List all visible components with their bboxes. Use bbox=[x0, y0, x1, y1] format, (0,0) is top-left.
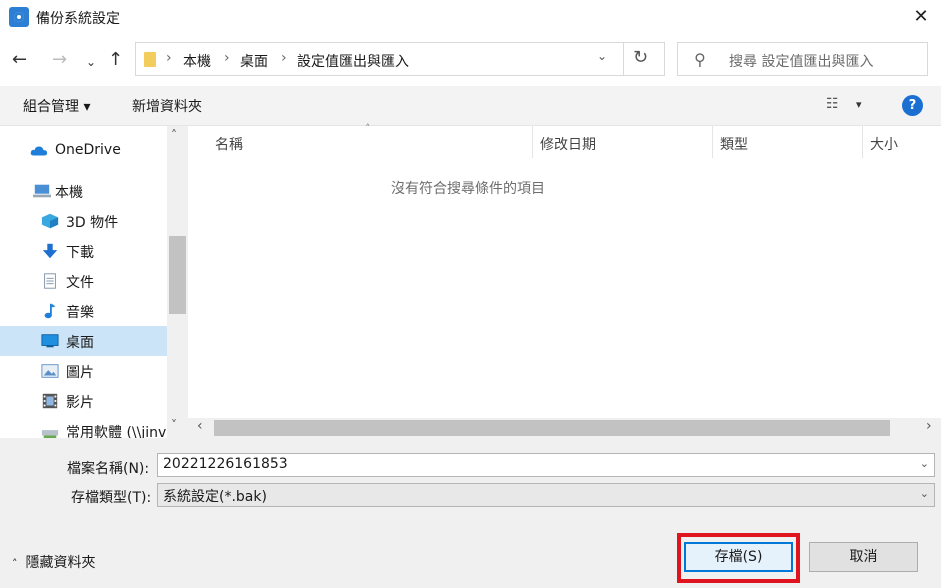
hide-folders-toggle[interactable]: ˄ 隱藏資料夾 bbox=[12, 552, 96, 572]
column-header-name[interactable]: 名稱 bbox=[215, 134, 243, 154]
file-type-dropdown-icon[interactable]: ⌄ bbox=[920, 487, 929, 500]
download-icon bbox=[42, 243, 58, 259]
scroll-left-icon[interactable]: ‹ bbox=[197, 418, 203, 434]
column-header-size[interactable]: 大小 bbox=[870, 134, 898, 154]
scroll-thumb[interactable] bbox=[214, 420, 890, 436]
chevron-up-icon: ˄ bbox=[12, 557, 18, 570]
save-form: 檔案名稱(N): 20221226161853 ⌄ 存檔類型(T): 系統設定(… bbox=[0, 438, 941, 588]
file-type-value: 系統設定(*.bak) bbox=[163, 489, 267, 505]
empty-result-message: 沒有符合搜尋條件的項目 bbox=[391, 181, 545, 197]
file-list-horizontal-scrollbar[interactable]: ‹ › bbox=[188, 418, 941, 438]
breadcrumb-chevron-icon[interactable]: › bbox=[166, 50, 172, 66]
recent-locations-chevron-icon[interactable]: ⌄ bbox=[86, 50, 96, 74]
sidebar-item-label: 下載 bbox=[66, 245, 94, 261]
sidebar-item-label: 常用軟體 (\\jinv bbox=[66, 425, 167, 438]
sidebar-item-onedrive[interactable]: OneDrive bbox=[0, 136, 167, 166]
sidebar-item-network-drive[interactable]: 常用軟體 (\\jinv bbox=[0, 416, 167, 438]
film-icon bbox=[42, 393, 58, 409]
sidebar-item-label: 桌面 bbox=[66, 335, 94, 351]
breadcrumb-chevron-icon[interactable]: › bbox=[281, 50, 287, 66]
sidebar-item-documents[interactable]: 文件 bbox=[0, 266, 167, 296]
sidebar-item-label: 音樂 bbox=[66, 305, 94, 321]
address-divider bbox=[623, 43, 624, 75]
music-icon bbox=[44, 303, 56, 319]
cloud-icon bbox=[30, 146, 48, 156]
sidebar-item-3d-objects[interactable]: 3D 物件 bbox=[0, 206, 167, 236]
search-box[interactable]: ⚲ 搜尋 設定值匯出與匯入 bbox=[677, 42, 928, 76]
command-toolbar: 組合管理 ▾ 新增資料夾 ☷ ▾ ? bbox=[0, 86, 941, 126]
filename-dropdown-icon[interactable]: ⌄ bbox=[920, 457, 929, 470]
address-bar[interactable]: › 本機 › 桌面 › 設定值匯出與匯入 ⌄ ↻ bbox=[135, 42, 665, 76]
title-bar: 備份系統設定 ✕ bbox=[0, 0, 941, 36]
cancel-button[interactable]: 取消 bbox=[809, 542, 918, 572]
hide-folders-label: 隱藏資料夾 bbox=[25, 555, 96, 571]
filename-label: 檔案名稱(N): bbox=[67, 461, 150, 477]
sidebar-item-music[interactable]: 音樂 bbox=[0, 296, 167, 326]
file-type-select[interactable]: 系統設定(*.bak) ⌄ bbox=[157, 483, 935, 507]
sidebar-item-label: 3D 物件 bbox=[66, 215, 119, 231]
breadcrumb-current-folder[interactable]: 設定值匯出與匯入 bbox=[297, 51, 409, 71]
save-button[interactable]: 存檔(S) bbox=[684, 542, 793, 572]
refresh-icon[interactable]: ↻ bbox=[633, 47, 648, 68]
sidebar-item-label: 文件 bbox=[66, 275, 94, 291]
search-placeholder: 搜尋 設定值匯出與匯入 bbox=[729, 54, 874, 70]
sidebar-item-pictures[interactable]: 圖片 bbox=[0, 356, 167, 386]
view-dropdown-icon[interactable]: ▾ bbox=[856, 98, 862, 111]
close-icon[interactable]: ✕ bbox=[909, 4, 933, 30]
file-list: ˄ 名稱 修改日期 類型 大小 沒有符合搜尋條件的項目 ‹ › bbox=[188, 122, 941, 438]
scroll-right-icon[interactable]: › bbox=[926, 418, 932, 434]
computer-icon bbox=[33, 184, 51, 198]
window-title: 備份系統設定 bbox=[36, 11, 120, 27]
sidebar-item-downloads[interactable]: 下載 bbox=[0, 236, 167, 266]
network-drive-icon bbox=[41, 430, 59, 438]
up-arrow-icon[interactable]: ↑ bbox=[108, 48, 123, 72]
back-arrow-icon[interactable]: ← bbox=[12, 48, 27, 72]
new-folder-button[interactable]: 新增資料夾 bbox=[132, 96, 202, 116]
desktop-icon bbox=[41, 334, 59, 348]
scroll-down-icon[interactable]: ˅ bbox=[171, 418, 177, 432]
picture-icon bbox=[41, 364, 59, 378]
address-dropdown-icon[interactable]: ⌄ bbox=[592, 49, 612, 63]
scroll-up-icon[interactable]: ˄ bbox=[171, 128, 177, 142]
column-divider[interactable] bbox=[532, 126, 533, 158]
breadcrumb-this-pc[interactable]: 本機 bbox=[183, 51, 211, 71]
cube-icon bbox=[41, 213, 59, 229]
sidebar-item-desktop[interactable]: 桌面 bbox=[0, 326, 167, 356]
sidebar-item-label: 圖片 bbox=[66, 365, 94, 381]
file-type-label: 存檔類型(T): bbox=[71, 490, 152, 506]
view-options-icon[interactable]: ☷ bbox=[826, 96, 839, 112]
sidebar-item-label: 本機 bbox=[55, 185, 83, 201]
document-icon bbox=[44, 273, 56, 289]
sidebar-item-videos[interactable]: 影片 bbox=[0, 386, 167, 416]
filename-value: 20221226161853 bbox=[163, 456, 288, 472]
folder-icon bbox=[144, 52, 156, 67]
search-icon: ⚲ bbox=[694, 50, 706, 69]
organize-menu-button[interactable]: 組合管理 ▾ bbox=[23, 96, 90, 116]
breadcrumb-desktop[interactable]: 桌面 bbox=[240, 51, 268, 71]
sidebar-item-label: OneDrive bbox=[55, 142, 121, 158]
scroll-thumb[interactable] bbox=[169, 236, 186, 314]
sort-ascending-icon: ˄ bbox=[365, 122, 371, 135]
column-divider[interactable] bbox=[862, 126, 863, 158]
column-header-type[interactable]: 類型 bbox=[720, 134, 748, 154]
breadcrumb-chevron-icon[interactable]: › bbox=[224, 50, 230, 66]
forward-arrow-icon[interactable]: → bbox=[52, 48, 67, 72]
help-icon[interactable]: ? bbox=[902, 95, 923, 116]
sidebar-item-this-pc[interactable]: 本機 bbox=[0, 176, 167, 206]
app-icon bbox=[9, 7, 29, 27]
sidebar-item-label: 影片 bbox=[66, 395, 94, 411]
column-header-date-modified[interactable]: 修改日期 bbox=[540, 134, 596, 154]
column-divider[interactable] bbox=[712, 126, 713, 158]
sidebar-scrollbar[interactable]: ˄ ˅ bbox=[167, 126, 188, 438]
navigation-pane: OneDrive 本機 3D 物件 下載 文件 音樂 桌面 圖片 影片 常用軟體… bbox=[0, 126, 188, 438]
filename-input[interactable]: 20221226161853 ⌄ bbox=[157, 453, 935, 477]
navigation-bar: ← → ⌄ ↑ › 本機 › 桌面 › 設定值匯出與匯入 ⌄ ↻ ⚲ 搜尋 設定… bbox=[0, 36, 941, 86]
